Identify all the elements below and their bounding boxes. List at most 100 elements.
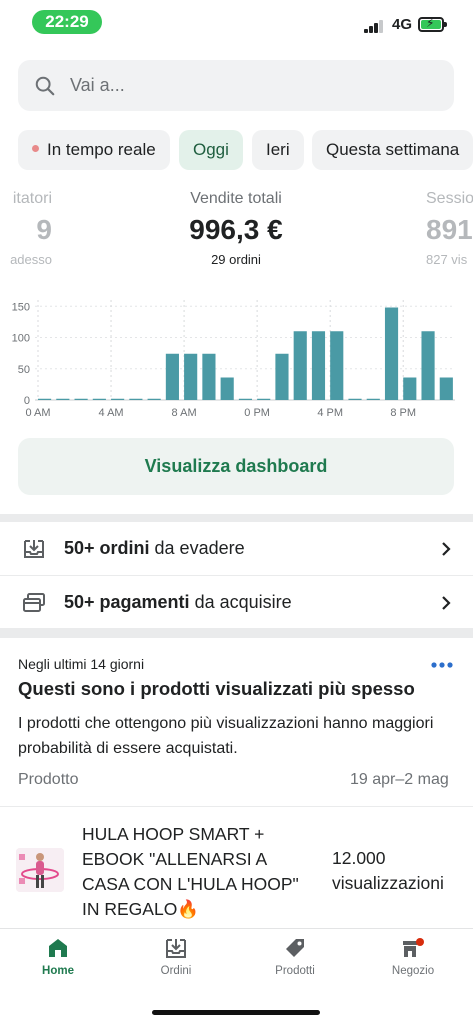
payments-to-capture-row[interactable]: 50+ pagamenti da acquisire <box>0 576 473 630</box>
product-thumbnail <box>16 848 64 892</box>
column-header-period: 19 apr–2 mag <box>350 771 449 788</box>
chart-bar[interactable] <box>293 331 307 400</box>
x-tick-label: 8 PM <box>390 407 416 419</box>
more-options-icon[interactable] <box>430 661 454 669</box>
filter-chip-today[interactable]: Oggi <box>179 130 243 170</box>
y-tick-label: 0 <box>24 395 30 407</box>
tab-orders[interactable]: Ordini <box>136 937 216 977</box>
home-indicator <box>152 1010 320 1015</box>
tab-store[interactable]: Negozio <box>373 937 453 977</box>
home-icon <box>49 939 67 957</box>
chart-bar[interactable] <box>165 353 179 400</box>
orders-icon <box>166 939 186 958</box>
chart-bar[interactable] <box>111 398 125 400</box>
battery-icon: ⚡ <box>418 16 447 32</box>
chart-bar[interactable] <box>92 398 106 400</box>
x-tick-label: 4 PM <box>317 407 343 419</box>
task-count: 50+ ordini <box>64 538 150 558</box>
chart-bar[interactable] <box>129 398 143 400</box>
tab-label: Negozio <box>391 965 435 977</box>
y-tick-label: 100 <box>12 333 30 345</box>
stat-label: Sessio <box>426 190 473 207</box>
status-bar: 22:29 4G ⚡ <box>0 0 473 46</box>
stat-label: Vendite totali <box>190 190 282 207</box>
task-text: 50+ pagamenti da acquisire <box>64 592 292 613</box>
tab-label: Prodotti <box>275 965 315 977</box>
filter-chip-this-week[interactable]: Questa settimana <box>312 130 473 170</box>
filter-chip-label: Questa settimana <box>326 140 460 159</box>
column-header-product: Prodotto <box>18 771 79 788</box>
stat-total-sales[interactable]: Vendite totali 996,3 € 29 ordini <box>136 190 336 267</box>
live-dot-icon <box>32 145 39 153</box>
chart-bar[interactable] <box>366 398 380 400</box>
chart-bar[interactable] <box>421 331 435 400</box>
chart-bar[interactable] <box>38 398 52 400</box>
tab-home[interactable]: Home <box>18 937 98 977</box>
chart-bar[interactable] <box>147 398 161 400</box>
filter-chip-label: In tempo reale <box>47 140 156 159</box>
chart-bar[interactable] <box>348 398 362 400</box>
stat-sub: 827 vis <box>426 252 468 267</box>
network-label: 4G <box>392 16 413 33</box>
store-icon <box>403 938 424 957</box>
x-tick-label: 8 AM <box>172 407 197 419</box>
x-tick-label: 0 AM <box>25 407 50 419</box>
credit-cards-icon <box>23 593 45 612</box>
stat-sessions[interactable]: Sessio 891 827 vis <box>426 190 473 267</box>
card-eyebrow: Negli ultimi 14 giorni <box>18 656 145 672</box>
task-desc: da acquisire <box>189 592 292 612</box>
y-tick-label: 150 <box>12 301 30 313</box>
tab-products[interactable]: Prodotti <box>255 937 335 977</box>
stat-label: itatori <box>12 190 52 207</box>
search-placeholder: Vai a... <box>70 75 125 95</box>
product-name: HULA HOOP SMART + EBOOK "ALLENARSI A CAS… <box>82 824 299 919</box>
chevron-right-icon <box>442 596 451 610</box>
stat-value: 891 <box>426 214 473 245</box>
y-tick-label: 50 <box>18 364 30 376</box>
chart-bar[interactable] <box>74 398 88 400</box>
x-tick-label: 4 AM <box>99 407 124 419</box>
filter-chip-live[interactable]: In tempo reale <box>18 130 170 170</box>
task-desc: da evadere <box>149 538 245 558</box>
orders-to-fulfill-row[interactable]: 50+ ordini da evadere <box>0 522 473 576</box>
view-dashboard-button[interactable]: Visualizza dashboard <box>18 438 454 495</box>
chart-bar[interactable] <box>220 377 234 401</box>
status-time: 22:29 <box>32 10 102 34</box>
date-filter-chips: In tempo reale Oggi Ieri Questa settiman… <box>18 130 473 170</box>
chart-bar[interactable] <box>184 353 198 400</box>
sales-bar-chart[interactable]: 150 100 50 00 AM 4 AM 8 AM 0 PM 4 PM 8 PM <box>0 290 473 425</box>
tab-label: Home <box>42 965 74 977</box>
stat-sub: 29 ordini <box>211 252 261 267</box>
row-divider <box>0 806 473 807</box>
filter-chip-label: Oggi <box>193 140 229 159</box>
section-divider <box>0 514 473 522</box>
inbox-download-icon <box>24 540 44 558</box>
tab-label: Ordini <box>160 965 192 977</box>
chart-bar[interactable] <box>257 398 271 400</box>
signal-icon <box>364 19 386 33</box>
stat-value: 996,3 € <box>189 214 283 245</box>
chart-bar[interactable] <box>330 331 344 400</box>
chart-bar[interactable] <box>238 398 253 400</box>
product-views: 12.000 visualizzazioni <box>332 848 444 893</box>
chart-bar[interactable] <box>202 353 216 400</box>
section-divider <box>0 628 473 638</box>
chart-bar[interactable] <box>403 377 417 401</box>
chart-bar[interactable] <box>275 353 289 400</box>
chevron-right-icon <box>442 542 451 556</box>
card-description: I prodotti che ottengono più visualizzaz… <box>18 715 434 757</box>
chart-bar[interactable] <box>311 331 326 400</box>
chart-bar[interactable] <box>439 377 453 401</box>
search-bar[interactable]: Vai a... <box>18 60 454 111</box>
chart-bar[interactable] <box>384 307 399 401</box>
stat-value: 9 <box>36 214 52 245</box>
chart-bar[interactable] <box>56 398 70 400</box>
filter-chip-yesterday[interactable]: Ieri <box>252 130 304 170</box>
x-tick-label: 0 PM <box>244 407 270 419</box>
task-text: 50+ ordini da evadere <box>64 538 245 559</box>
stat-visitors[interactable]: itatori 9 adesso <box>0 190 52 267</box>
stat-sub: adesso <box>10 252 52 267</box>
task-count: 50+ pagamenti <box>64 592 190 612</box>
tag-icon <box>286 939 304 957</box>
filter-chip-label: Ieri <box>266 140 290 159</box>
